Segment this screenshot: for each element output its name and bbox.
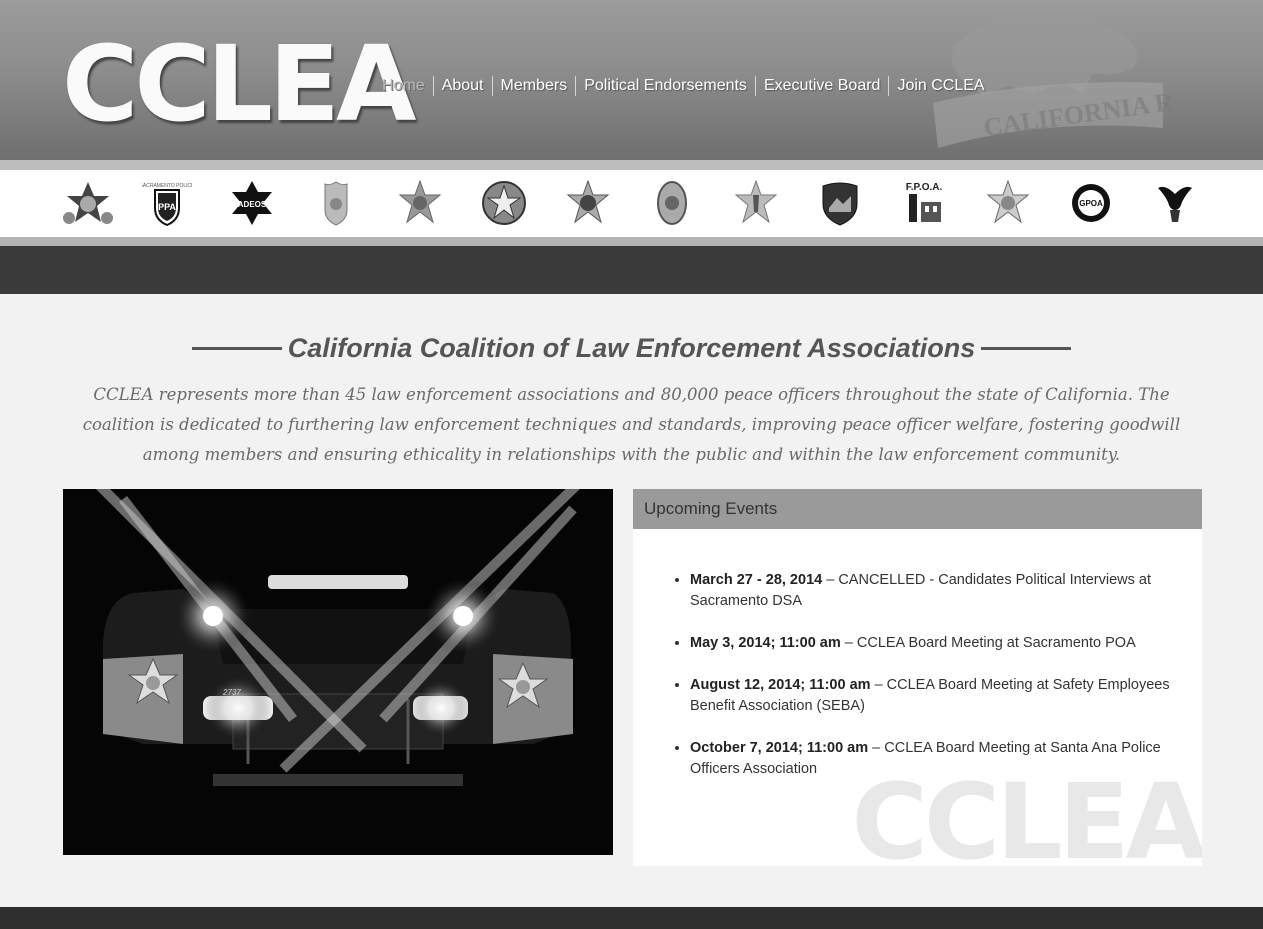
events-list: March 27 - 28, 2014 – CANCELLED - Candid… <box>690 570 1170 801</box>
events-heading: Upcoming Events <box>633 489 1202 529</box>
circle-seal-icon[interactable]: GPOA <box>1066 180 1116 226</box>
site-header: CALIFORNIA REPUBLIC CCLEA Home About Mem… <box>0 0 1263 160</box>
site-logo[interactable]: CCLEA <box>62 32 416 136</box>
star-badge-icon[interactable] <box>731 180 781 226</box>
nav-join-cclea[interactable]: Join CCLEA <box>889 76 992 96</box>
star-badge-icon[interactable] <box>63 180 113 226</box>
ppa-text: PPA <box>158 202 176 212</box>
nav-about[interactable]: About <box>434 76 492 96</box>
oval-badge-icon[interactable] <box>647 180 697 226</box>
section-heading: California Coalition of Law Enforcement … <box>0 328 1263 368</box>
intro-paragraph: CCLEA represents more than 45 law enforc… <box>82 385 1181 464</box>
fpoa-text: F.P.O.A. <box>906 182 943 193</box>
logo-strip-bottom-border <box>0 237 1263 246</box>
nav-home[interactable]: Home <box>374 76 433 96</box>
nav-members[interactable]: Members <box>493 76 576 96</box>
event-date: March 27 - 28, 2014 <box>690 572 823 588</box>
star-badge-icon[interactable] <box>395 180 445 226</box>
site-footer <box>0 907 1263 929</box>
logo-strip-top-border <box>0 160 1263 170</box>
page-title: California Coalition of Law Enforcement … <box>287 332 976 363</box>
event-date: October 7, 2014; 11:00 am <box>690 740 869 756</box>
gpoa-text: GPOA <box>1079 199 1103 208</box>
patrol-car-illustration: 2737 <box>63 489 613 855</box>
dark-band <box>0 246 1263 294</box>
event-description: – CCLEA Board Meeting at Sacramento POA <box>840 635 1136 651</box>
list-item: August 12, 2014; 11:00 am – CCLEA Board … <box>690 675 1170 717</box>
list-item: May 3, 2014; 11:00 am – CCLEA Board Meet… <box>690 633 1170 654</box>
member-logo-strip: SACRAMENTO POLICE PPA ADEOS F.P.O.A. GPO… <box>0 170 1263 237</box>
adeos-text: ADEOS <box>238 200 267 209</box>
event-date: August 12, 2014; 11:00 am <box>690 677 871 693</box>
star-badge-icon[interactable]: ADEOS <box>227 180 277 226</box>
upcoming-events-panel: Upcoming Events CCLEA March 27 - 28, 201… <box>633 489 1202 866</box>
star-badge-icon[interactable] <box>983 180 1033 226</box>
unit-number: 2737 <box>222 688 241 697</box>
nav-political-endorsements[interactable]: Political Endorsements <box>576 76 755 96</box>
heading-rule-right <box>981 346 1072 350</box>
fpoa-logo-icon[interactable]: F.P.O.A. <box>899 180 949 226</box>
svg-text:SACRAMENTO POLICE: SACRAMENTO POLICE <box>142 183 192 189</box>
shield-badge-icon[interactable]: SACRAMENTO POLICE PPA <box>142 180 192 226</box>
police-badge-icon[interactable] <box>311 180 361 226</box>
list-item: March 27 - 28, 2014 – CANCELLED - Candid… <box>690 570 1170 612</box>
eagle-icon[interactable] <box>1150 180 1200 226</box>
shield-badge-icon[interactable] <box>815 180 865 226</box>
round-star-badge-icon[interactable] <box>479 180 529 226</box>
main-nav: Home About Members Political Endorsement… <box>374 76 993 96</box>
star-badge-icon[interactable] <box>563 180 613 226</box>
patrol-car-photo: 2737 <box>63 489 613 855</box>
heading-rule-left <box>191 346 282 350</box>
event-date: May 3, 2014; 11:00 am <box>690 635 841 651</box>
nav-executive-board[interactable]: Executive Board <box>756 76 889 96</box>
list-item: October 7, 2014; 11:00 am – CCLEA Board … <box>690 738 1170 780</box>
